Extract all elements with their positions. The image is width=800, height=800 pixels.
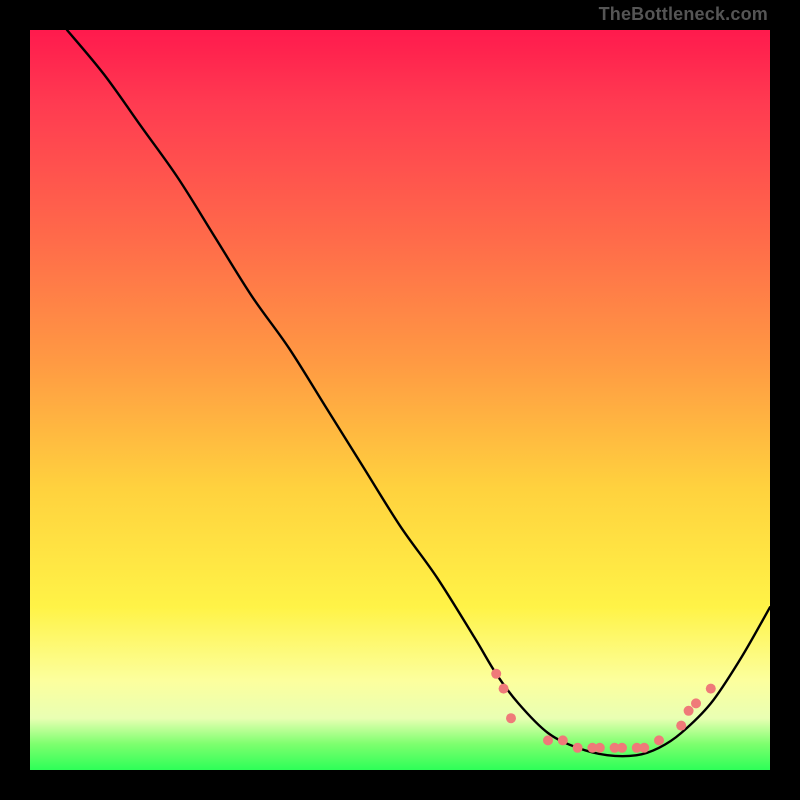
data-marker: [684, 706, 694, 716]
curve-layer: [30, 30, 770, 770]
watermark-label: TheBottleneck.com: [599, 4, 768, 25]
data-marker: [506, 713, 516, 723]
data-marker: [573, 743, 583, 753]
data-marker: [676, 721, 686, 731]
data-marker: [691, 698, 701, 708]
data-marker: [639, 743, 649, 753]
chart-frame: TheBottleneck.com: [0, 0, 800, 800]
plot-area: [30, 30, 770, 770]
data-marker: [543, 735, 553, 745]
data-marker: [491, 669, 501, 679]
data-marker: [617, 743, 627, 753]
data-marker: [706, 684, 716, 694]
data-marker: [499, 684, 509, 694]
bottleneck-curve: [67, 30, 770, 756]
data-marker: [558, 735, 568, 745]
data-marker: [595, 743, 605, 753]
data-marker: [654, 735, 664, 745]
